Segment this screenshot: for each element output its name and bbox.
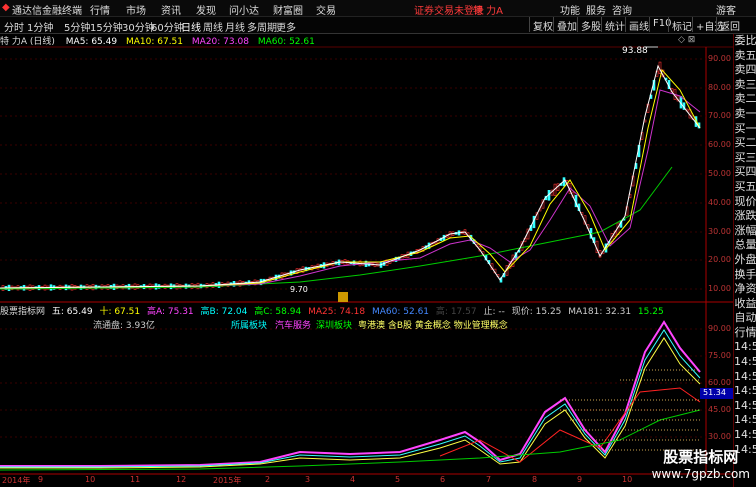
panel-label: 卖二 <box>734 92 756 106</box>
panel-label: 涨幅 <box>734 223 756 237</box>
panel-label: 自动 <box>734 311 756 325</box>
panel-label: 买二 <box>734 136 756 150</box>
panel-label: 买五 <box>734 179 756 193</box>
panel-time: 14:56 <box>734 340 756 354</box>
ind-tick: 45.00 <box>708 405 731 414</box>
ind-last-value: 51.34 <box>703 388 726 397</box>
ind-zhi: 止: -- <box>483 307 505 317</box>
panel-label: 买三 <box>734 150 756 164</box>
date-tick: 5 <box>395 475 401 484</box>
panel-time: 14:56 <box>734 384 756 398</box>
ma10-label: MA10: 67.51 <box>125 37 184 47</box>
date-tick: 11 <box>130 475 141 484</box>
date-tick: 7 <box>486 475 492 484</box>
price-tick: 60.00 <box>708 140 731 149</box>
panel-label: 行情 <box>734 325 756 339</box>
date-tick: 10 <box>85 475 96 484</box>
panel-label: 买一 <box>734 121 756 135</box>
ma5-label: MA5: 65.49 <box>65 37 118 47</box>
date-tick: 2 <box>265 475 271 484</box>
price-tick: 40.00 <box>708 198 731 207</box>
panel-time: 14:56 <box>734 369 756 383</box>
panel-time: 14:56 <box>734 355 756 369</box>
panel-label: 总量 <box>734 238 756 252</box>
price-tick: 20.00 <box>708 255 731 264</box>
ind-price: 现价: 15.25 <box>511 307 562 317</box>
panel-time: 14:56 <box>734 413 756 427</box>
chart-title: 特 力A (日线) <box>0 37 55 47</box>
panel-label: 净资 <box>734 282 756 296</box>
ind-ma181: MA181: 32.31 <box>568 307 632 317</box>
ma20-line <box>0 89 701 289</box>
ind-ma60: MA60: 52.61 <box>372 307 430 317</box>
ind-cyan-line <box>0 329 701 468</box>
ma5-line <box>0 64 701 289</box>
date-tick: 3 <box>305 475 311 484</box>
candlestick-series <box>1 61 701 292</box>
ind-shi: 十: 67.51 <box>99 307 141 317</box>
ma20-label: MA20: 73.08 <box>191 37 249 47</box>
panel-label: 委比 <box>734 34 756 47</box>
price-tick: 10.00 <box>708 284 731 293</box>
ma60-label: MA60: 52.61 <box>257 37 315 47</box>
date-tick: 8 <box>532 475 538 484</box>
price-tick: 30.00 <box>708 227 731 236</box>
panel-label: 外盘 <box>734 252 756 266</box>
panel-label: 卖五 <box>734 48 756 62</box>
panel-label: 卖四 <box>734 63 756 77</box>
date-axis: 2014年 9 10 11 12 2015年 2 3 4 5 6 7 8 9 1… <box>0 475 706 487</box>
watermark: 股票指标网 www.7gpzb.com <box>652 446 750 481</box>
high-price-label: 93.88 <box>622 46 648 56</box>
ind-gao: 高: 17.57 <box>435 307 477 317</box>
ma10-line <box>0 68 701 289</box>
ind-c: 高C: 58.94 <box>254 307 302 317</box>
panel-time: 14:56 <box>734 428 756 442</box>
ind-tick: 60.00 <box>708 378 731 387</box>
price-tick: 90.00 <box>708 54 731 63</box>
date-tick: 9 <box>38 475 44 484</box>
price-tick: 50.00 <box>708 169 731 178</box>
panel-label: 卖三 <box>734 77 756 91</box>
tag-shenzhen[interactable]: 深圳板块 <box>316 318 352 331</box>
panel-label: 现价 <box>734 194 756 208</box>
ind-last: 15.25 <box>637 307 664 317</box>
quote-side-panel[interactable]: 委比 卖五 卖四 卖三 卖二 卖一 买一 买二 买三 买四 买五 现价 涨跌 涨… <box>733 34 756 487</box>
date-tick: 12 <box>176 475 187 484</box>
tag-concepts[interactable]: 粤港澳 含B股 黄金概念 物业管理概念 <box>358 318 508 331</box>
ind-b: 高B: 72.04 <box>200 307 248 317</box>
indicator-name[interactable]: 股票指标网 <box>0 307 45 317</box>
date-tick: 2014年 <box>2 476 31 485</box>
date-tick: 9 <box>577 475 583 484</box>
panel-label: 卖一 <box>734 106 756 120</box>
date-tick: 4 <box>350 475 356 484</box>
ind-wu: 五: 65.49 <box>51 307 93 317</box>
ind-tick: 90.00 <box>708 324 731 333</box>
price-tick: 70.00 <box>708 111 731 120</box>
panel-label: 买四 <box>734 165 756 179</box>
chart-controls-icon[interactable]: ◇ ⊠ <box>678 35 695 45</box>
panel-label: 收益 <box>734 296 756 310</box>
kline-chart <box>0 46 733 475</box>
low-price-label: 9.70 <box>290 285 308 294</box>
indicator-header: 股票指标网 五: 65.49 十: 67.51 高A: 75.31 高B: 72… <box>0 304 664 317</box>
ind-ma25: MA25: 74.18 <box>308 307 366 317</box>
ind-tick: 30.00 <box>708 432 731 441</box>
chart-header: 特 力A (日线) MA5: 65.49 MA10: 67.51 MA20: 7… <box>0 34 315 47</box>
price-tick: 80.00 <box>708 83 731 92</box>
tag-auto-service[interactable]: 汽车服务 <box>275 318 311 331</box>
ind-yellow-line <box>0 337 701 469</box>
watermark-url: www.7gpzb.com <box>651 467 750 481</box>
panel-label: 换手 <box>734 267 756 281</box>
sector-label: 所属板块 <box>231 321 268 331</box>
ind-tick: 75.00 <box>708 351 731 360</box>
date-tick: 6 <box>440 475 446 484</box>
ind-a: 高A: 75.31 <box>146 307 194 317</box>
date-tick: 2015年 <box>213 476 242 485</box>
watermark-title: 股票指标网 <box>663 448 739 466</box>
float-shares: 流通盘: 3.93亿 <box>93 321 155 331</box>
panel-label: 涨跌 <box>734 209 756 223</box>
panel-time: 14:56 <box>734 398 756 412</box>
date-tick: 10 <box>622 475 633 484</box>
